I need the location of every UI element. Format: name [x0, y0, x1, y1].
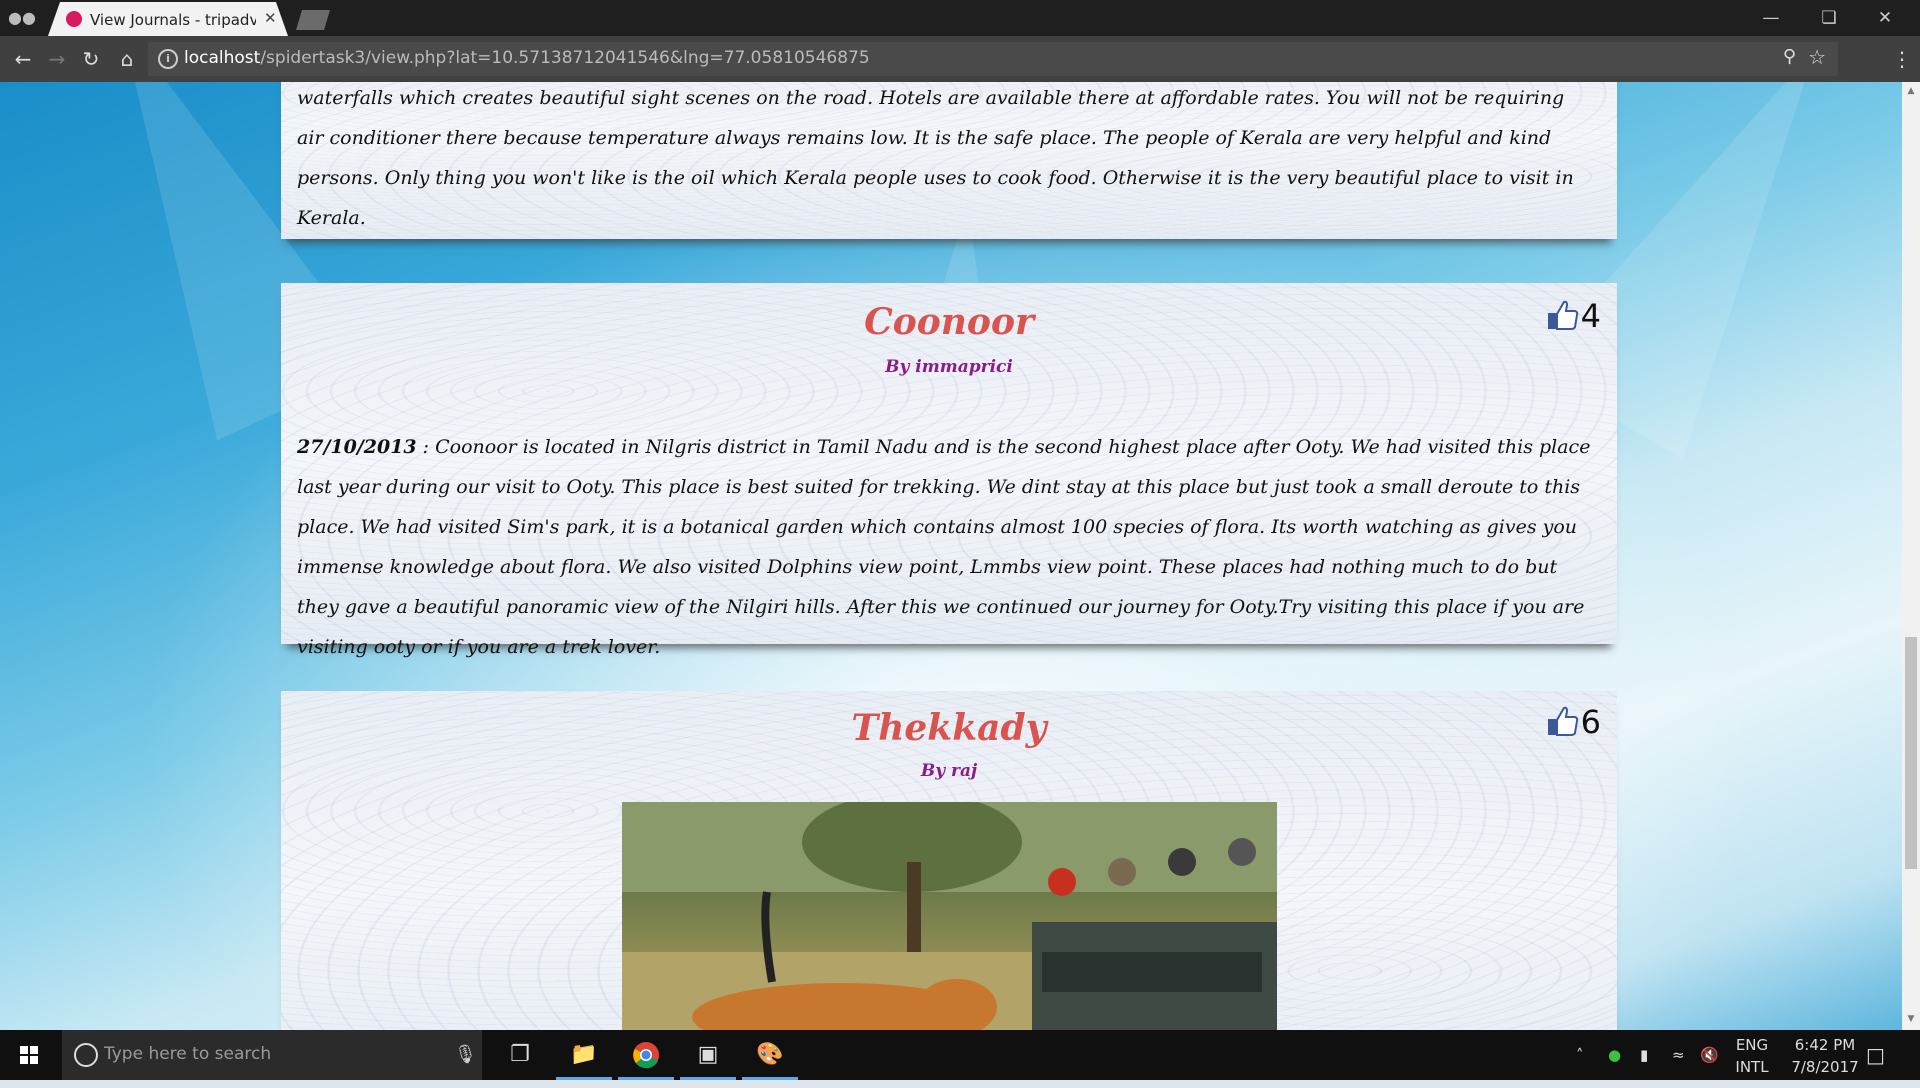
journal-body: 27/10/2013 : Coonoor is located in Nilgr… [281, 427, 1617, 667]
windows-taskbar: Type here to search 🎙 ❐ 📁 ▣ 🎨 ˄ ● ▮ ≈ 🔇 … [0, 1030, 1920, 1080]
network-status-icon[interactable]: ● [1608, 1030, 1621, 1080]
scrollbar-thumb[interactable] [1905, 637, 1917, 869]
file-explorer-icon[interactable]: 📁 [556, 1030, 612, 1080]
taskbar-search-box[interactable]: Type here to search 🎙 [62, 1030, 482, 1080]
minimize-button[interactable]: — [1748, 4, 1794, 32]
forward-button[interactable]: → [42, 44, 72, 74]
page-scrollbar[interactable]: ▲ ▼ [1902, 82, 1920, 1030]
journal-card: how they are preparing tea and offer you… [281, 82, 1617, 239]
tab-close-icon[interactable]: ✕ [264, 9, 277, 27]
site-info-icon[interactable]: i [158, 49, 178, 69]
close-window-button[interactable]: ✕ [1862, 4, 1908, 32]
zoom-icon[interactable]: ⚲ [1783, 46, 1796, 67]
like-button[interactable]: 6 [1547, 703, 1601, 741]
tab-title: View Journals - tripadvis [90, 11, 256, 29]
paint-icon[interactable]: 🎨 [742, 1030, 798, 1080]
url-host: localhost [184, 48, 261, 68]
journal-body: how they are preparing tea and offer you… [297, 87, 1574, 229]
action-center-icon[interactable]: □ [1866, 1030, 1885, 1080]
journal-author: By raj [920, 761, 978, 781]
restore-button[interactable]: ❏ [1806, 4, 1852, 32]
browser-tabstrip: ●● View Journals - tripadvis ✕ — ❏ ✕ [0, 0, 1920, 36]
microphone-icon[interactable]: 🎙 [454, 1044, 477, 1065]
taskbar-search-placeholder: Type here to search [104, 1044, 272, 1064]
journal-photo [622, 802, 1277, 1030]
volume-muted-icon[interactable]: 🔇 [1700, 1030, 1719, 1080]
language-code: ENG [1735, 1036, 1769, 1054]
clock-time: 6:42 PM [1794, 1036, 1856, 1054]
show-hidden-icons[interactable]: ˄ [1576, 1030, 1584, 1080]
thumbs-up-icon [1547, 300, 1578, 330]
journal-title: Thekkady [851, 707, 1047, 749]
task-view-icon[interactable]: ❐ [492, 1030, 548, 1080]
chrome-logo-icon [633, 1042, 659, 1069]
bookmark-star-icon[interactable]: ☆ [1808, 45, 1826, 69]
wifi-icon[interactable]: ≈ [1672, 1030, 1685, 1080]
reload-button[interactable]: ↻ [76, 44, 106, 74]
journal-card: Thekkady By raj 6 [281, 691, 1617, 1030]
chrome-menu-icon[interactable]: ⋮ [1892, 44, 1912, 74]
cortana-icon [74, 1043, 98, 1067]
thumbs-up-icon [1547, 706, 1578, 736]
journal-title: Coonoor [864, 301, 1034, 343]
input-language[interactable]: ENG INTL [1732, 1036, 1772, 1086]
clock[interactable]: 6:42 PM 7/8/2017 [1780, 1036, 1870, 1086]
windows-logo-icon [20, 1046, 38, 1064]
journal-date: 27/10/2013 [297, 436, 417, 458]
favicon-icon [66, 11, 82, 27]
keyboard-layout: INTL [1735, 1058, 1769, 1076]
page-viewport: how they are preparing tea and offer you… [0, 82, 1902, 1030]
clock-date: 7/8/2017 [1791, 1058, 1859, 1076]
address-bar[interactable]: i localhost/spidertask3/view.php?lat=10.… [148, 42, 1838, 76]
like-count: 6 [1580, 703, 1601, 741]
scroll-up-icon[interactable]: ▲ [1906, 86, 1916, 96]
home-button[interactable]: ⌂ [112, 44, 142, 74]
like-button[interactable]: 4 [1547, 297, 1601, 335]
journal-text: : Coonoor is located in Nilgris district… [297, 436, 1591, 658]
browser-tab[interactable]: View Journals - tripadvis ✕ [48, 2, 288, 36]
browser-toolbar: ← → ↻ ⌂ i localhost/spidertask3/view.php… [0, 36, 1920, 82]
journal-card: Coonoor By immaprici 4 27/10/2013 : Coon… [281, 283, 1617, 658]
terminal-icon[interactable]: ▣ [680, 1030, 736, 1080]
scroll-down-icon[interactable]: ▼ [1906, 1014, 1916, 1024]
chrome-taskbar-icon[interactable] [618, 1030, 674, 1080]
url-text[interactable]: localhost/spidertask3/view.php?lat=10.57… [184, 48, 870, 68]
journal-author: By immaprici [885, 357, 1013, 377]
start-button[interactable] [0, 1030, 58, 1080]
back-button[interactable]: ← [8, 44, 38, 74]
battery-icon[interactable]: ▮ [1640, 1030, 1648, 1080]
new-tab-button[interactable] [296, 10, 330, 30]
url-path: /spidertask3/view.php?lat=10.57138712041… [260, 48, 870, 68]
like-count: 4 [1580, 297, 1601, 335]
incognito-icon: ●● [8, 8, 36, 27]
